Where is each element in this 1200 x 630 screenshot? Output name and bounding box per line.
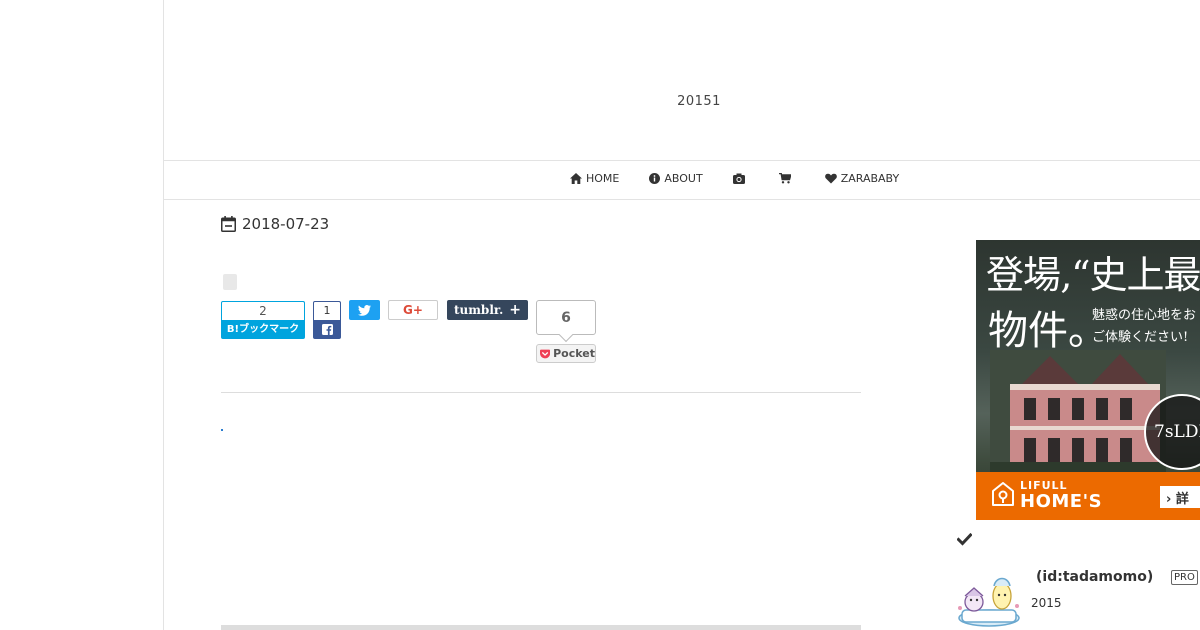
pro-badge: PRO <box>1171 570 1198 585</box>
ad-brand-bar: LIFULL HOME'S › 詳 <box>976 472 1200 520</box>
pocket-button[interactable]: Pocket <box>536 344 596 363</box>
google-plus-label: G+ <box>403 303 423 317</box>
pocket-icon <box>540 349 551 358</box>
ad-headline-line2: 物件。 <box>988 308 1108 354</box>
hatena-bookmark-label: B!ブックマーク <box>221 320 305 339</box>
avatar[interactable] <box>954 568 1024 630</box>
tumblr-label: tumblr. <box>453 303 504 317</box>
pocket-count: 6 <box>536 300 596 335</box>
facebook-share-count: 1 <box>313 301 341 320</box>
twitter-share-button[interactable] <box>349 300 380 320</box>
pocket-label: Pocket <box>553 347 595 360</box>
profile-year: 2015 <box>1031 596 1062 610</box>
image-placeholder <box>223 274 237 290</box>
nav-list: HOME ABOUT ZARABABY <box>570 172 929 185</box>
nav-item-label: HOME <box>586 172 620 185</box>
nav-item-label: ZARABABY <box>840 172 900 185</box>
nav-item-about[interactable]: ABOUT <box>649 172 703 185</box>
left-gutter <box>0 0 164 630</box>
ad-subtext-line2: ご体験ください! <box>1092 330 1189 345</box>
hatena-bookmark-count: 2 <box>221 301 305 320</box>
ad-brand-main: HOME'S <box>1020 491 1103 512</box>
pocket-save-button[interactable]: 6 Pocket <box>536 300 596 364</box>
nav-item-zarababy[interactable]: ZARABABY <box>824 172 900 185</box>
blog-title[interactable]: 20151 <box>164 94 1200 109</box>
site-header: 20151 <box>164 0 1200 160</box>
google-plus-share-button[interactable]: G+ <box>388 300 438 320</box>
twitter-icon <box>358 304 371 316</box>
info-icon <box>649 173 661 184</box>
facebook-share-button[interactable]: 1 <box>313 301 341 339</box>
content-marker <box>221 429 223 431</box>
plus-icon: + <box>509 302 522 318</box>
house-logo-icon <box>992 482 1014 506</box>
heart-icon <box>824 173 837 184</box>
nav-item-label: ABOUT <box>664 172 703 185</box>
ad-headline-line1: 登場‚“史上最 <box>986 253 1200 297</box>
facebook-icon-box <box>313 320 341 339</box>
nav-item-camera[interactable] <box>732 173 749 184</box>
camera-icon <box>732 173 745 184</box>
nav-item-cart[interactable] <box>778 173 795 184</box>
home-icon <box>570 173 582 184</box>
tumblr-share-button[interactable]: tumblr. + <box>447 300 528 320</box>
content-bottom-border <box>221 625 861 630</box>
hatena-bookmark-button[interactable]: 2 B!ブックマーク <box>221 301 305 339</box>
entry-date[interactable]: 2018-07-23 <box>221 215 329 233</box>
nav-item-home[interactable]: HOME <box>570 172 619 185</box>
facebook-icon <box>321 324 333 335</box>
cart-icon <box>778 173 791 184</box>
ad-building-image <box>990 350 1166 474</box>
calendar-icon <box>221 216 236 232</box>
sidebar-ad-banner[interactable]: 登場‚“史上最 物件。 魅惑の住心地をお ご体験ください! 7sLDK LIFU… <box>976 240 1200 520</box>
check-icon <box>957 533 972 546</box>
entry-date-text: 2018-07-23 <box>242 215 330 233</box>
ad-detail-button[interactable]: › 詳 <box>1160 486 1200 508</box>
content-divider <box>221 392 861 393</box>
ad-subtext-line1: 魅惑の住心地をお <box>1092 308 1197 323</box>
profile-id[interactable]: (id:tadamomo) <box>1036 569 1153 585</box>
global-nav: HOME ABOUT ZARABABY <box>164 160 1200 200</box>
